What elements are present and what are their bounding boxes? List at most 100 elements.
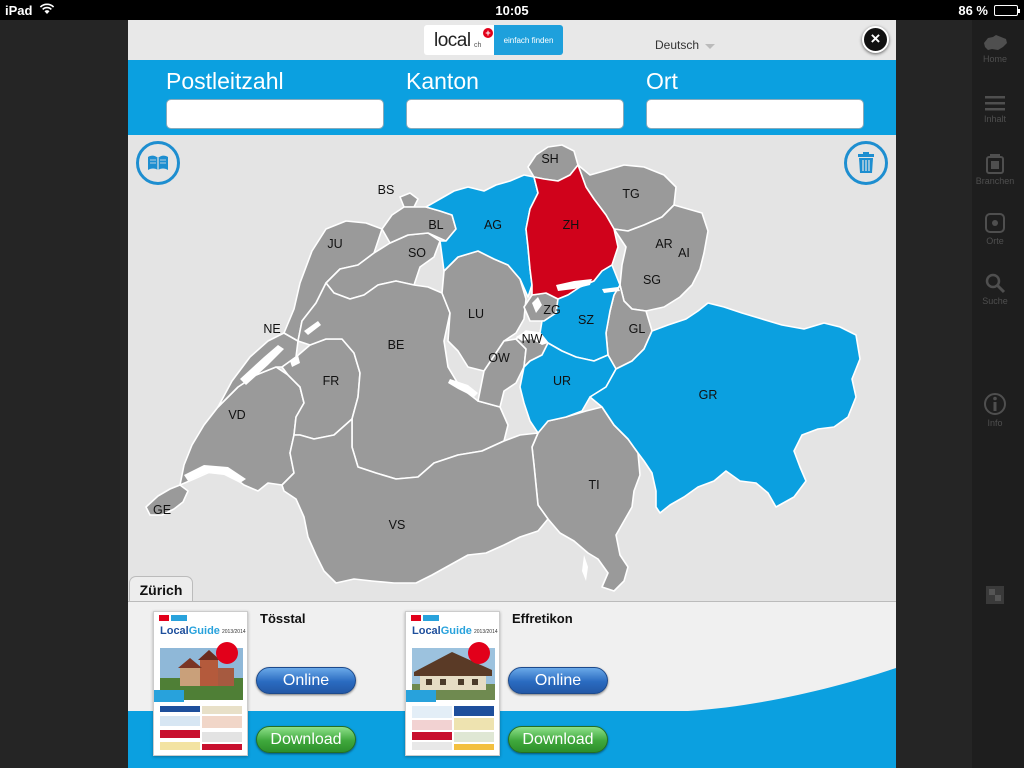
online-button-tosstal[interactable]: Online bbox=[256, 667, 356, 694]
download-button-tosstal[interactable]: Download bbox=[256, 726, 356, 753]
menu-item-orte[interactable]: Orte bbox=[972, 212, 1018, 246]
label-ge: GE bbox=[153, 503, 171, 517]
bag-icon bbox=[986, 154, 1004, 174]
close-button[interactable]: × bbox=[862, 26, 889, 53]
modal-header: local ch + einfach finden Deutsch × bbox=[128, 20, 896, 60]
info-icon bbox=[984, 393, 1006, 415]
label-so: SO bbox=[408, 246, 426, 260]
cover-brand-guide: Guide bbox=[188, 625, 220, 637]
battery-percent: 86 % bbox=[958, 3, 988, 18]
menu-item-extra[interactable] bbox=[972, 584, 1018, 608]
clock: 10:05 bbox=[495, 3, 529, 18]
label-sh: SH bbox=[541, 152, 558, 166]
label-bl: BL bbox=[428, 218, 443, 232]
location-icon bbox=[985, 213, 1005, 233]
logo-word: local bbox=[434, 30, 471, 51]
menu-label: Info bbox=[987, 418, 1003, 428]
label-ti: TI bbox=[588, 478, 599, 492]
label-be: BE bbox=[388, 338, 405, 352]
cover-year: 2013/2014 bbox=[222, 629, 246, 635]
label-ag: AG bbox=[484, 218, 502, 232]
language-selector[interactable]: Deutsch bbox=[655, 38, 716, 52]
kanton-input[interactable] bbox=[406, 99, 624, 129]
label-gr: GR bbox=[699, 388, 718, 402]
label-sz: SZ bbox=[578, 313, 594, 327]
download-button-effretikon[interactable]: Download bbox=[508, 726, 608, 753]
puzzle-icon bbox=[986, 586, 1004, 604]
label-ju: JU bbox=[327, 237, 342, 251]
label-fr: FR bbox=[323, 374, 340, 388]
cover-brand-local: Local bbox=[160, 625, 189, 637]
local-ch-logo: local ch + einfach finden bbox=[424, 25, 563, 55]
menu-item-branchen[interactable]: Branchen bbox=[972, 152, 1018, 186]
cover-badge bbox=[468, 642, 490, 664]
canton-bs[interactable] bbox=[399, 192, 419, 208]
label-ai: AI bbox=[678, 246, 690, 260]
label-lu: LU bbox=[468, 307, 484, 321]
cover-ads bbox=[412, 704, 495, 752]
canton-map-area: SH TG BS BL AG ZH JU SO AR AI SG ZG LU S… bbox=[128, 135, 896, 621]
menu-label: Inhalt bbox=[983, 114, 1007, 124]
cover-strip bbox=[154, 690, 184, 702]
search-icon bbox=[985, 273, 1006, 294]
label-zh: ZH bbox=[563, 218, 580, 232]
swiss-map-icon bbox=[984, 35, 1007, 50]
switzerland-map: SH TG BS BL AG ZH JU SO AR AI SG ZG LU S… bbox=[145, 144, 861, 592]
ort-input[interactable] bbox=[646, 99, 864, 129]
label-vs: VS bbox=[389, 518, 406, 532]
logo-tagline: einfach finden bbox=[494, 25, 563, 55]
guide-cover-tosstal[interactable]: LocalGuide 2013/2014 bbox=[153, 611, 248, 756]
menu-label: Home bbox=[982, 54, 1007, 64]
guide-title-effretikon: Effretikon bbox=[512, 611, 573, 626]
menu-item-info[interactable]: Info bbox=[972, 392, 1018, 428]
guide-book-button[interactable] bbox=[136, 141, 180, 185]
canton-modal: local ch + einfach finden Deutsch × Post… bbox=[128, 20, 896, 768]
logo-plus-icon: + bbox=[483, 28, 493, 38]
cover-brand-guide: Guide bbox=[440, 625, 472, 637]
label-sg: SG bbox=[643, 273, 661, 287]
label-zg: ZG bbox=[543, 303, 560, 317]
cover-badge bbox=[216, 642, 238, 664]
menu-item-home[interactable]: Home bbox=[972, 34, 1018, 64]
lake-maggiore bbox=[582, 555, 588, 581]
logo-suffix: ch bbox=[474, 42, 482, 49]
chevron-down-icon bbox=[705, 44, 716, 49]
guides-panel: LocalGuide 2013/2014 Tösstal Online Down… bbox=[128, 601, 896, 768]
language-label: Deutsch bbox=[655, 38, 700, 52]
label-ur: UR bbox=[553, 374, 571, 388]
menu-item-inhalt[interactable]: Inhalt bbox=[972, 94, 1018, 124]
postleitzahl-input[interactable] bbox=[166, 99, 384, 129]
ort-label: Ort bbox=[646, 68, 678, 94]
side-menu: Home Inhalt Branchen Orte Suche Info bbox=[972, 20, 1024, 768]
region-tab[interactable]: Zürich bbox=[129, 576, 193, 603]
battery-icon bbox=[994, 5, 1020, 16]
label-nw: NW bbox=[522, 332, 543, 346]
cover-brand-local: Local bbox=[412, 625, 441, 637]
label-ow: OW bbox=[488, 351, 510, 365]
search-fields: Postleitzahl Kanton Ort bbox=[128, 60, 896, 135]
menu-label: Branchen bbox=[975, 176, 1015, 186]
label-vd: VD bbox=[228, 408, 245, 422]
cover-brand: LocalGuide bbox=[412, 625, 472, 637]
kanton-label: Kanton bbox=[406, 68, 479, 94]
cover-ads bbox=[160, 704, 243, 752]
label-tg: TG bbox=[622, 187, 639, 201]
guide-cover-effretikon[interactable]: LocalGuide 2013/2014 bbox=[405, 611, 500, 756]
postleitzahl-label: Postleitzahl bbox=[166, 68, 284, 94]
menu-item-suche[interactable]: Suche bbox=[972, 272, 1018, 306]
cover-brand: LocalGuide bbox=[160, 625, 220, 637]
trash-button[interactable] bbox=[844, 141, 888, 185]
online-button-effretikon[interactable]: Online bbox=[508, 667, 608, 694]
label-gl: GL bbox=[629, 322, 646, 336]
label-bs: BS bbox=[378, 183, 395, 197]
cover-year: 2013/2014 bbox=[474, 629, 498, 635]
open-book-icon bbox=[148, 155, 168, 170]
menu-label: Suche bbox=[982, 296, 1008, 306]
label-ne: NE bbox=[263, 322, 280, 336]
guide-title-tosstal: Tösstal bbox=[260, 611, 306, 626]
status-bar: iPad 10:05 86 % bbox=[0, 0, 1024, 20]
list-icon bbox=[985, 96, 1005, 111]
cover-strip bbox=[406, 690, 436, 702]
trash-icon bbox=[858, 152, 874, 173]
menu-label: Orte bbox=[986, 236, 1004, 246]
